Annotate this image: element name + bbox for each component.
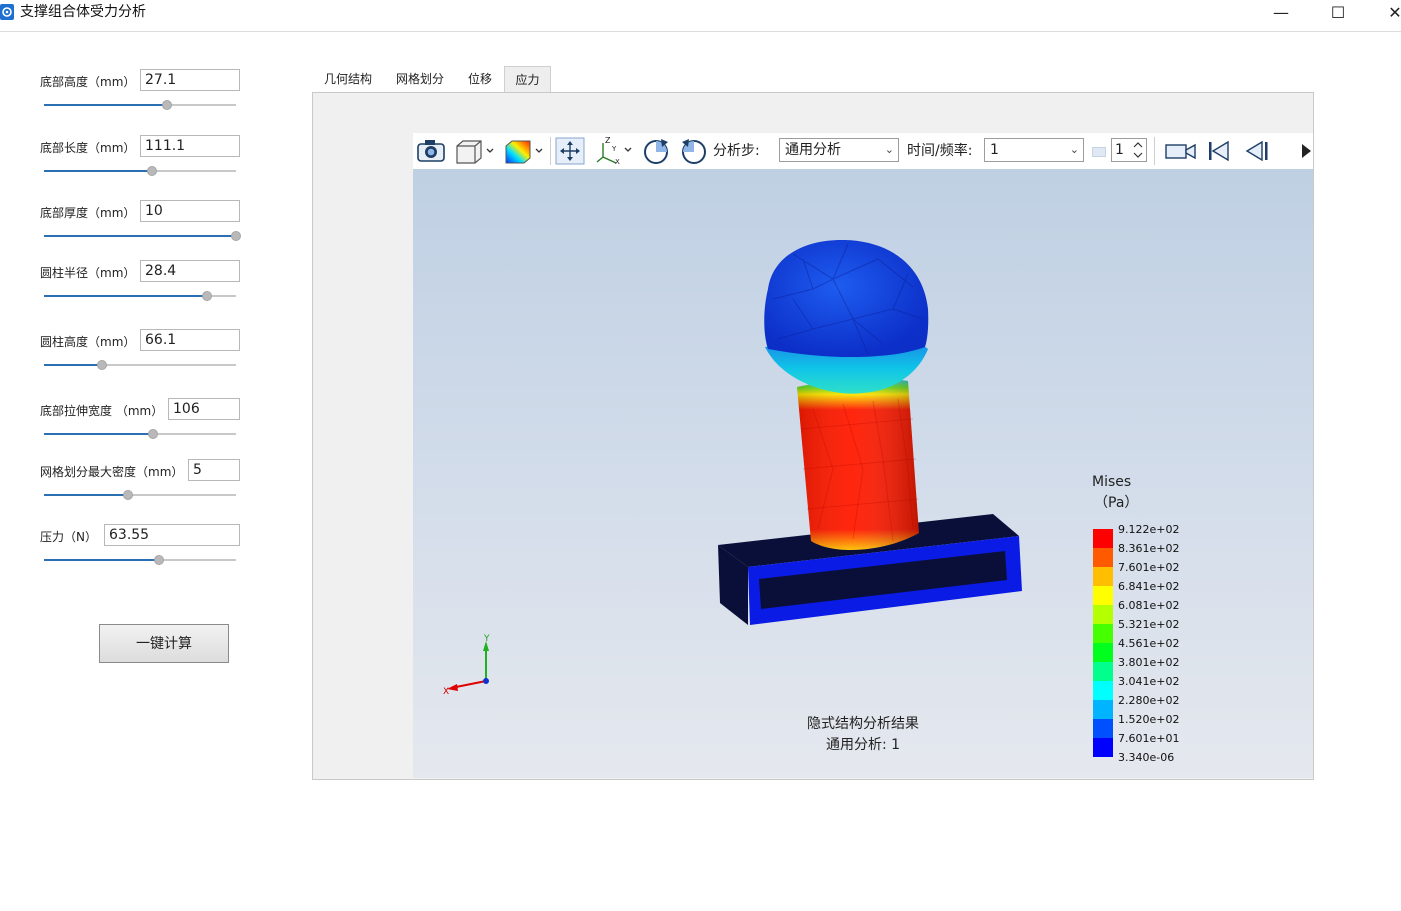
compute-button[interactable]: 一键计算: [99, 624, 229, 663]
legend-value: 6.841e+02: [1118, 580, 1180, 593]
legend-value: 7.601e+02: [1118, 561, 1180, 574]
analysis-step-label: 分析步:: [713, 143, 760, 159]
result-subtitle: 通用分析: 1: [825, 737, 901, 753]
legend-value: 4.561e+02: [1118, 637, 1180, 650]
tab-displacement[interactable]: 位移: [458, 66, 502, 92]
legend-value: 5.321e+02: [1118, 618, 1180, 631]
minimize-button[interactable]: —: [1258, 0, 1304, 26]
legend-swatch: [1093, 567, 1113, 586]
param-label-pressure: 压力（N）: [40, 530, 97, 544]
cylinder-height-input[interactable]: 66.1: [140, 329, 240, 351]
cylinder-radius-input[interactable]: 28.4: [140, 260, 240, 282]
analysis-step-value: 通用分析: [785, 142, 841, 158]
base-length-slider[interactable]: [44, 166, 236, 176]
legend-title: Mises: [1092, 474, 1132, 490]
previous-frame-icon[interactable]: [1242, 139, 1272, 163]
extrude-width-input[interactable]: 106: [168, 398, 240, 420]
result-title: 隐式结构分析结果: [807, 716, 919, 732]
axis-x-label: X: [443, 687, 450, 697]
legend-value: 7.601e+01: [1118, 732, 1180, 745]
param-label-cylinder-height: 圆柱高度（mm）: [40, 335, 136, 349]
chevron-down-icon: ⌄: [1069, 143, 1079, 156]
tab-stress[interactable]: 应力: [504, 66, 551, 92]
legend-value: 9.122e+02: [1118, 523, 1180, 536]
chevron-down-icon: ⌄: [884, 143, 894, 156]
toolbar-separator: [1154, 137, 1155, 165]
more-tools-icon[interactable]: [1299, 141, 1313, 161]
base-height-input[interactable]: 27.1: [140, 69, 240, 91]
legend-swatch: [1093, 586, 1113, 605]
param-label-extrude-width: 底部拉伸宽度 （mm）: [40, 404, 164, 418]
extrude-width-slider[interactable]: [44, 429, 236, 439]
app-icon: [0, 4, 14, 20]
record-video-icon[interactable]: [1164, 139, 1198, 163]
legend-swatch: [1093, 738, 1113, 757]
axis-y-label: Y: [484, 634, 490, 644]
parameter-panel: 底部高度（mm） 27.1 底部长度（mm） 111.1 底部厚度（mm） 10…: [0, 32, 300, 911]
legend-value: 2.280e+02: [1118, 694, 1180, 707]
base-length-input[interactable]: 111.1: [140, 135, 240, 157]
legend-swatch: [1093, 548, 1113, 567]
base-height-slider[interactable]: [44, 100, 236, 110]
legend-swatch: [1093, 681, 1113, 700]
tab-mesh[interactable]: 网格划分: [386, 66, 454, 92]
base-thickness-input[interactable]: 10: [140, 200, 240, 222]
legend-value: 6.081e+02: [1118, 599, 1180, 612]
contour-display-icon[interactable]: [503, 138, 547, 164]
cylinder-height-slider[interactable]: [44, 360, 236, 370]
rotate-cw-icon[interactable]: [641, 136, 671, 166]
legend-swatch: [1093, 643, 1113, 662]
svg-text:Y: Y: [611, 145, 617, 153]
title-bar: 支撑组合体受力分析 — ☐ ✕: [0, 0, 1401, 32]
legend-swatch: [1093, 662, 1113, 681]
analysis-step-select[interactable]: 通用分析 ⌄: [779, 138, 899, 162]
frame-slider-handle[interactable]: [1092, 147, 1106, 157]
frame-spinbox[interactable]: 1: [1111, 138, 1147, 162]
3d-viewport[interactable]: Y X 隐式结构分析结果 通用分析: 1 Mises （Pa） 9.122e+0…: [413, 169, 1313, 778]
svg-text:Z: Z: [605, 136, 611, 145]
close-button[interactable]: ✕: [1372, 0, 1401, 26]
mesh-density-slider[interactable]: [44, 490, 236, 500]
legend-value: 1.520e+02: [1118, 713, 1180, 726]
tab-geometry[interactable]: 几何结构: [314, 66, 382, 92]
legend-unit: （Pa）: [1094, 495, 1139, 511]
legend-swatch: [1093, 624, 1113, 643]
camera-icon[interactable]: [416, 138, 446, 164]
legend-value: 3.801e+02: [1118, 656, 1180, 669]
legend-value: 3.340e-06: [1118, 751, 1175, 764]
param-label-base-thickness: 底部厚度（mm）: [40, 206, 136, 220]
legend-swatch: [1093, 529, 1113, 548]
legend-swatch: [1093, 605, 1113, 624]
legend-value: 8.361e+02: [1118, 542, 1180, 555]
legend-swatch: [1093, 719, 1113, 738]
axis-triad-icon: [447, 641, 489, 691]
viewer-toolbar: ZYX 分析步: 通用分析 ⌄ 时间/频率: 1 ⌄ 1: [413, 133, 1313, 169]
base-thickness-slider[interactable]: [44, 231, 241, 241]
param-label-mesh-density: 网格划分最大密度（mm）: [40, 465, 184, 479]
svg-text:X: X: [615, 158, 620, 166]
rotate-ccw-icon[interactable]: [679, 136, 709, 166]
mesh-density-input[interactable]: 5: [188, 459, 240, 481]
time-frequency-label: 时间/频率:: [907, 143, 973, 159]
param-label-base-height: 底部高度（mm）: [40, 75, 136, 89]
legend-value: 3.041e+02: [1118, 675, 1180, 688]
first-frame-icon[interactable]: [1206, 139, 1232, 163]
pressure-slider[interactable]: [44, 555, 236, 565]
view-cube-icon[interactable]: [454, 138, 498, 164]
pressure-input[interactable]: 63.55: [104, 524, 240, 546]
axis-orientation-icon[interactable]: ZYX: [594, 135, 634, 167]
param-label-cylinder-radius: 圆柱半径（mm）: [40, 266, 136, 280]
time-frequency-select[interactable]: 1 ⌄: [984, 138, 1084, 162]
window-title: 支撑组合体受力分析: [20, 4, 146, 20]
pan-icon[interactable]: [555, 137, 585, 165]
maximize-button[interactable]: ☐: [1315, 0, 1361, 26]
toolbar-separator: [550, 137, 551, 165]
spinner-arrows-icon[interactable]: [1132, 140, 1144, 160]
param-label-base-length: 底部长度（mm）: [40, 141, 136, 155]
time-frequency-value: 1: [990, 142, 999, 158]
legend-swatch: [1093, 700, 1113, 719]
cylinder-radius-slider[interactable]: [44, 291, 236, 301]
frame-value: 1: [1115, 142, 1124, 158]
